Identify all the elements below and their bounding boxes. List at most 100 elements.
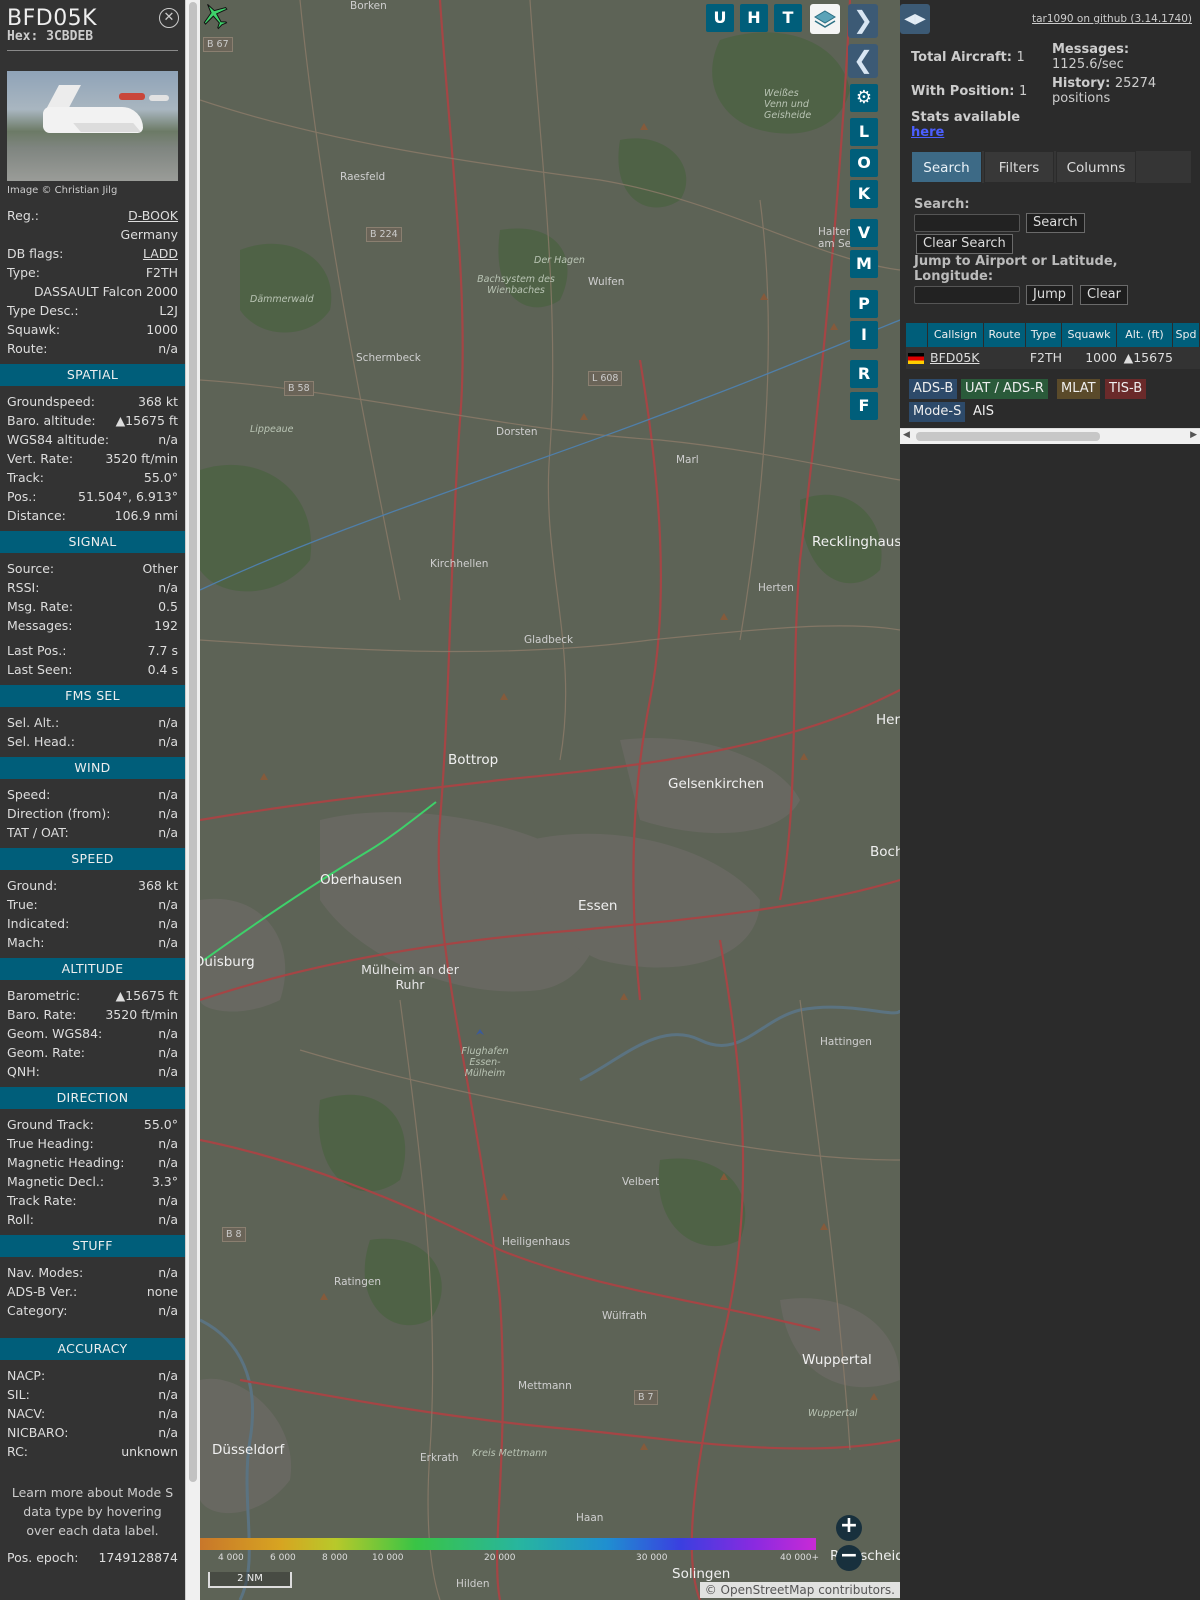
- detail-label[interactable]: RSSI:: [7, 578, 39, 597]
- scroll-right-icon[interactable]: ▶: [1190, 430, 1197, 440]
- detail-value[interactable]: LADD: [143, 244, 178, 263]
- clear-button[interactable]: Clear: [1080, 285, 1128, 305]
- toggle-r-button[interactable]: R: [850, 360, 878, 388]
- stats-link[interactable]: here: [911, 125, 944, 140]
- detail-label[interactable]: TAT / OAT:: [7, 823, 69, 842]
- detail-label[interactable]: Magnetic Decl.:: [7, 1172, 104, 1191]
- table-horizontal-scrollbar[interactable]: ◀ ▶: [900, 428, 1200, 444]
- detail-value: 368 kt: [138, 878, 178, 893]
- detail-label[interactable]: Nav. Modes:: [7, 1263, 83, 1282]
- detail-label[interactable]: Msg. Rate:: [7, 597, 73, 616]
- detail-label[interactable]: Sel. Head.:: [7, 732, 75, 751]
- table-row[interactable]: BFD05K F2TH 1000 ▲15675: [906, 347, 1200, 369]
- detail-label[interactable]: Indicated:: [7, 914, 69, 933]
- col-header-speed[interactable]: Spd: [1173, 323, 1200, 347]
- detail-value[interactable]: D-BOOK: [128, 206, 178, 225]
- aircraft-photo[interactable]: [7, 71, 178, 181]
- tab-filters[interactable]: Filters: [984, 151, 1054, 183]
- map-label: Kirchhellen: [430, 558, 489, 570]
- search-input[interactable]: [914, 214, 1020, 232]
- detail-label[interactable]: Sel. Alt.:: [7, 713, 59, 732]
- col-header-squawk[interactable]: Squawk: [1062, 323, 1117, 347]
- detail-label[interactable]: Geom. WGS84:: [7, 1024, 102, 1043]
- sidebar-scrollbar[interactable]: [185, 0, 200, 1600]
- jump-input[interactable]: [914, 286, 1020, 304]
- zoom-in-button[interactable]: +: [836, 1515, 862, 1541]
- detail-label[interactable]: Ground:: [7, 876, 57, 895]
- toggle-i-button[interactable]: I: [850, 321, 878, 349]
- tab-search[interactable]: Search: [911, 151, 982, 183]
- detail-label[interactable]: Ground Track:: [7, 1115, 94, 1134]
- detail-label[interactable]: Speed:: [7, 785, 50, 804]
- toggle-o-button[interactable]: O: [850, 149, 878, 177]
- toggle-v-button[interactable]: V: [850, 219, 878, 247]
- col-header-callsign[interactable]: Callsign: [928, 323, 984, 347]
- tab-columns[interactable]: Columns: [1056, 151, 1136, 183]
- toggle-k-button[interactable]: K: [850, 180, 878, 208]
- detail-label[interactable]: NICBARO:: [7, 1423, 68, 1442]
- detail-label[interactable]: Baro. Rate:: [7, 1005, 76, 1024]
- expand-collapse-arrows-icon[interactable]: ◀▶: [900, 4, 930, 34]
- detail-label[interactable]: Category:: [7, 1301, 67, 1320]
- detail-label[interactable]: Groundspeed:: [7, 392, 95, 411]
- scrollbar-thumb[interactable]: [189, 2, 197, 1482]
- search-button[interactable]: Search: [1026, 213, 1085, 233]
- detail-row-qnh: QNH: n/a: [0, 1062, 185, 1081]
- detail-label[interactable]: Mach:: [7, 933, 44, 952]
- detail-label[interactable]: Direction (from):: [7, 804, 111, 823]
- map-label: Solingen: [672, 1566, 731, 1582]
- detail-label[interactable]: NACP:: [7, 1366, 45, 1385]
- detail-label[interactable]: Messages:: [7, 616, 73, 635]
- col-header-type[interactable]: Type: [1026, 323, 1062, 347]
- detail-label[interactable]: True:: [7, 895, 38, 914]
- detail-label[interactable]: WGS84 altitude:: [7, 430, 109, 449]
- detail-label[interactable]: Geom. Rate:: [7, 1043, 85, 1062]
- detail-label[interactable]: Barometric:: [7, 986, 80, 1005]
- toggle-h-button[interactable]: H: [740, 4, 768, 32]
- map-attribution[interactable]: © OpenStreetMap contributors.: [699, 1582, 900, 1598]
- toggle-u-button[interactable]: U: [706, 4, 734, 32]
- scrollbar-thumb[interactable]: [916, 432, 1100, 441]
- zoom-out-button[interactable]: −: [836, 1545, 862, 1571]
- search-label: Search:: [914, 197, 970, 212]
- toggle-f-button[interactable]: F: [850, 392, 878, 420]
- col-header-route[interactable]: Route: [984, 323, 1026, 347]
- github-link[interactable]: tar1090 on github (3.14.1740): [1032, 13, 1192, 25]
- detail-label[interactable]: Track Rate:: [7, 1191, 77, 1210]
- layers-button[interactable]: [810, 4, 840, 34]
- toggle-l-button[interactable]: L: [850, 118, 878, 146]
- toggle-p-button[interactable]: P: [850, 290, 878, 318]
- detail-label[interactable]: RC:: [7, 1442, 28, 1461]
- detail-label[interactable]: Source:: [7, 559, 54, 578]
- detail-label[interactable]: ADS-B Ver.:: [7, 1282, 77, 1301]
- detail-label[interactable]: Track:: [7, 468, 44, 487]
- detail-label[interactable]: NACV:: [7, 1404, 45, 1423]
- detail-label[interactable]: Distance:: [7, 506, 66, 525]
- jump-button[interactable]: Jump: [1026, 285, 1073, 305]
- col-header-altitude[interactable]: Alt. (ft): [1117, 323, 1173, 347]
- detail-label[interactable]: SIL:: [7, 1385, 30, 1404]
- detail-label[interactable]: Pos.:: [7, 487, 36, 506]
- detail-label[interactable]: Last Pos.:: [7, 641, 66, 660]
- col-header-flag[interactable]: [906, 323, 928, 347]
- detail-label[interactable]: Last Seen:: [7, 660, 72, 679]
- clear-search-button[interactable]: Clear Search: [916, 234, 1013, 254]
- cell-callsign[interactable]: BFD05K: [928, 347, 984, 369]
- map-view[interactable]: Borken Raesfeld Weißes Venn und Geisheid…: [200, 0, 900, 1600]
- detail-value: 3520 ft/min: [105, 1007, 178, 1022]
- toggle-t-button[interactable]: T: [774, 4, 802, 32]
- toggle-m-button[interactable]: M: [850, 250, 878, 278]
- detail-label[interactable]: Magnetic Heading:: [7, 1153, 124, 1172]
- right-panel: ◀▶ tar1090 on github (3.14.1740) Total A…: [900, 0, 1200, 1600]
- chevron-left-icon[interactable]: ❮: [848, 44, 878, 78]
- detail-label[interactable]: Baro. altitude:: [7, 411, 96, 430]
- detail-label[interactable]: Vert. Rate:: [7, 449, 73, 468]
- detail-label[interactable]: True Heading:: [7, 1134, 94, 1153]
- settings-gear-icon[interactable]: ⚙: [850, 84, 878, 112]
- detail-label[interactable]: QNH:: [7, 1062, 40, 1081]
- scroll-left-icon[interactable]: ◀: [903, 430, 910, 440]
- detail-label[interactable]: Roll:: [7, 1210, 34, 1229]
- aircraft-marker-icon[interactable]: [200, 0, 230, 30]
- close-icon[interactable]: ✕: [159, 8, 179, 28]
- chevron-right-icon[interactable]: ❯: [848, 4, 878, 38]
